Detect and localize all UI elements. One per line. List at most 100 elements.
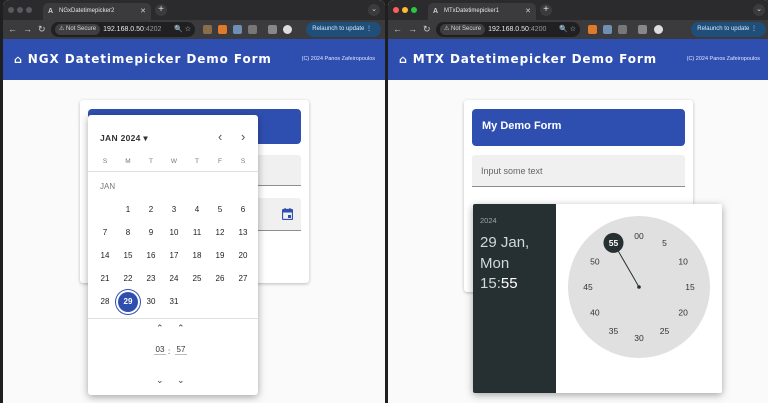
close-window-button[interactable] (8, 7, 14, 13)
extensions-puzzle-icon[interactable] (618, 25, 627, 34)
dial-label[interactable]: 45 (583, 282, 593, 292)
close-window-button[interactable] (393, 7, 399, 13)
extension-icon[interactable] (203, 25, 212, 34)
dial-label[interactable]: 40 (590, 308, 600, 318)
calendar-day[interactable]: 5 (210, 200, 230, 220)
calendar-day[interactable]: 7 (95, 223, 115, 243)
address-bar[interactable]: ⚠ Not Secure 192.168.0.50:4200 🔍 ☆ (436, 22, 580, 37)
hour-down-icon[interactable]: ⌄ (156, 375, 164, 386)
next-month-icon[interactable]: › (241, 129, 245, 144)
side-panel-icon[interactable] (268, 25, 277, 34)
minute-label[interactable]: 55 (501, 275, 518, 292)
calendar-day[interactable]: 14 (95, 246, 115, 266)
zoom-icon[interactable]: 🔍 (559, 26, 568, 33)
dial-label[interactable]: 35 (609, 326, 619, 336)
calendar-day[interactable]: 12 (210, 223, 230, 243)
extension-icon[interactable] (218, 25, 227, 34)
address-bar[interactable]: ⚠ Not Secure 192.168.0.50:4202 🔍 ☆ (51, 22, 195, 37)
calendar-day[interactable]: 15 (118, 246, 138, 266)
clock-dial[interactable]: 00 5 10 15 20 25 30 35 40 45 50 55 (567, 215, 711, 359)
selected-day[interactable]: 29 (118, 292, 138, 312)
calendar-day[interactable]: 25 (187, 269, 207, 289)
side-panel-icon[interactable] (638, 25, 647, 34)
calendar-day[interactable]: 10 (164, 223, 184, 243)
hour-up-icon[interactable]: ⌃ (156, 323, 164, 334)
relaunch-button[interactable]: Relaunch to update ⋮ (691, 22, 766, 37)
bookmark-star-icon[interactable]: ☆ (570, 26, 576, 33)
text-input[interactable]: Input some text (472, 155, 685, 187)
calendar-day[interactable]: 21 (95, 269, 115, 289)
calendar-day[interactable]: 27 (233, 269, 253, 289)
dial-label[interactable]: 20 (678, 308, 688, 318)
tab-search-button[interactable]: ⌄ (368, 4, 380, 16)
calendar-day[interactable]: 6 (233, 200, 253, 220)
calendar-day[interactable]: 4 (187, 200, 207, 220)
forward-icon[interactable]: → (23, 20, 32, 39)
profile-avatar[interactable] (283, 25, 292, 34)
reload-icon[interactable]: ↻ (423, 20, 431, 39)
close-tab-icon[interactable]: ✕ (525, 3, 531, 20)
maximize-window-button[interactable] (411, 7, 417, 13)
calendar-icon[interactable] (282, 208, 293, 220)
minimize-window-button[interactable] (402, 7, 408, 13)
reload-icon[interactable]: ↻ (38, 20, 46, 39)
home-icon[interactable]: ⌂ (399, 39, 408, 80)
hour-label[interactable]: 15 (480, 275, 497, 292)
forward-icon[interactable]: → (408, 20, 417, 39)
not-secure-chip[interactable]: ⚠ Not Secure (55, 24, 101, 35)
dial-label[interactable]: 30 (634, 333, 644, 343)
calendar-day[interactable]: 13 (233, 223, 253, 243)
calendar-day[interactable]: 30 (141, 292, 161, 312)
calendar-day[interactable]: 24 (164, 269, 184, 289)
calendar-day[interactable]: 16 (141, 246, 161, 266)
maximize-window-button[interactable] (26, 7, 32, 13)
calendar-day[interactable]: 18 (187, 246, 207, 266)
calendar-day[interactable]: 26 (210, 269, 230, 289)
dial-label[interactable]: 55 (609, 238, 619, 248)
extension-icon[interactable] (588, 25, 597, 34)
new-tab-button[interactable]: + (155, 4, 167, 16)
extensions-puzzle-icon[interactable] (248, 25, 257, 34)
calendar-day[interactable]: 28 (95, 292, 115, 312)
dial-label[interactable]: 10 (678, 257, 688, 267)
not-secure-chip[interactable]: ⚠ Not Secure (440, 24, 486, 35)
extension-icon[interactable] (603, 25, 612, 34)
month-year-selector[interactable]: JAN 2024 ▾ (100, 133, 148, 144)
minute-up-icon[interactable]: ⌃ (177, 323, 185, 334)
hour-input[interactable]: 03 (154, 345, 166, 355)
calendar-day[interactable]: 17 (164, 246, 184, 266)
close-tab-icon[interactable]: ✕ (140, 3, 146, 20)
profile-avatar[interactable] (654, 25, 663, 34)
dial-label[interactable]: 50 (590, 257, 600, 267)
back-icon[interactable]: ← (393, 20, 402, 39)
previous-month-icon[interactable]: ‹ (218, 129, 222, 144)
back-icon[interactable]: ← (8, 20, 17, 39)
home-icon[interactable]: ⌂ (14, 39, 23, 80)
tab-search-button[interactable]: ⌄ (753, 4, 765, 16)
calendar-day[interactable]: 3 (164, 200, 184, 220)
minute-input[interactable]: 57 (175, 345, 187, 355)
calendar-day[interactable]: 19 (210, 246, 230, 266)
calendar-day[interactable]: 1 (118, 200, 138, 220)
date-label[interactable]: 29 Jan, Mon (480, 232, 554, 274)
calendar-day[interactable]: 8 (118, 223, 138, 243)
calendar-day[interactable]: 23 (141, 269, 161, 289)
bookmark-star-icon[interactable]: ☆ (185, 26, 191, 33)
dial-label[interactable]: 00 (634, 231, 644, 241)
browser-tab[interactable]: A MTxDatetimepicker1 ✕ (428, 3, 536, 20)
calendar-day[interactable]: 22 (118, 269, 138, 289)
zoom-icon[interactable]: 🔍 (174, 26, 183, 33)
dial-label[interactable]: 15 (685, 282, 695, 292)
relaunch-button[interactable]: Relaunch to update ⋮ (306, 22, 381, 37)
minimize-window-button[interactable] (17, 7, 23, 13)
dial-label[interactable]: 5 (662, 238, 667, 248)
calendar-day[interactable]: 9 (141, 223, 161, 243)
new-tab-button[interactable]: + (540, 4, 552, 16)
calendar-day[interactable]: 11 (187, 223, 207, 243)
calendar-day[interactable]: 31 (164, 292, 184, 312)
year-label[interactable]: 2024 (480, 216, 497, 225)
minute-down-icon[interactable]: ⌄ (177, 375, 185, 386)
calendar-day[interactable]: 2 (141, 200, 161, 220)
calendar-day[interactable]: 20 (233, 246, 253, 266)
dial-label[interactable]: 25 (660, 326, 670, 336)
